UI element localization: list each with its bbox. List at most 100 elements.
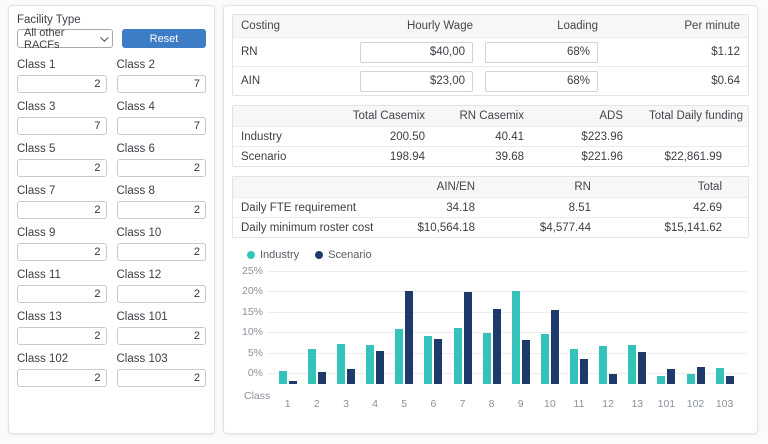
class-field: Class 1 xyxy=(17,59,107,93)
y-axis-tick: 5% xyxy=(247,346,263,359)
class-field-input[interactable] xyxy=(116,201,206,219)
class-field: Class 102 xyxy=(17,353,107,387)
ain-loading-input[interactable] xyxy=(485,70,598,92)
x-axis-tick: 11 xyxy=(573,398,585,410)
fte-ain-en: 34.18 xyxy=(446,201,475,214)
row-label: Daily FTE requirement xyxy=(241,201,357,214)
ain-hourly-wage-input[interactable] xyxy=(360,70,473,92)
class-field-label: Class 4 xyxy=(116,101,155,113)
bar-scenario-class-1 xyxy=(288,381,297,384)
class-field: Class 3 xyxy=(17,101,107,135)
bar-scenario-class-5 xyxy=(405,290,414,384)
rn-hourly-wage-input[interactable] xyxy=(360,41,473,63)
x-axis-tick: 103 xyxy=(715,398,734,410)
class-field-input[interactable] xyxy=(17,369,107,387)
results-panel: Costing Hourly Wage Loading Per minute R… xyxy=(223,5,758,434)
gridline xyxy=(267,332,747,334)
class-field: Class 101 xyxy=(116,311,206,345)
per-minute-header: Per minute xyxy=(684,20,740,32)
loading-header: Loading xyxy=(557,20,598,32)
fte-table: AIN/EN RN Total Daily FTE requirement 34… xyxy=(232,176,749,238)
x-axis-tick: 2 xyxy=(313,398,320,410)
costing-header-row: Costing Hourly Wage Loading Per minute xyxy=(233,15,748,37)
row-label: Scenario xyxy=(241,150,287,163)
bar-scenario-class-2 xyxy=(317,371,326,384)
bar-scenario-class-7 xyxy=(463,292,472,384)
x-axis-tick: 10 xyxy=(544,398,556,410)
industry-rn-casemix: 40.41 xyxy=(495,130,524,143)
class-field-label: Class 6 xyxy=(116,143,155,155)
fte-row-roster-cost: Daily minimum roster cost $10,564.18 $4,… xyxy=(233,217,748,237)
bar-industry-class-103 xyxy=(715,368,724,384)
class-field: Class 12 xyxy=(116,269,206,303)
rn-per-minute: $1.12 xyxy=(711,46,740,58)
class-field-label: Class 102 xyxy=(17,353,69,365)
legend-item-scenario[interactable]: Scenario xyxy=(315,249,372,261)
legend-dot-icon xyxy=(247,251,255,259)
bar-industry-class-13 xyxy=(628,345,637,384)
rn-loading-input[interactable] xyxy=(485,41,598,63)
total-header: Total xyxy=(697,181,722,193)
class-field-input[interactable] xyxy=(17,159,107,177)
y-axis-tick: 20% xyxy=(241,285,263,298)
y-axis-tick: 15% xyxy=(241,305,263,318)
industry-ads: $223.96 xyxy=(581,130,623,143)
class-field-label: Class 10 xyxy=(116,227,162,239)
gridline xyxy=(267,291,747,293)
class-field: Class 4 xyxy=(116,101,206,135)
cost-total: $15,141.62 xyxy=(664,221,722,234)
scenario-total-daily-funding: $22,861.99 xyxy=(664,150,722,163)
row-label: AIN xyxy=(241,75,261,87)
class-field-input[interactable] xyxy=(17,75,107,93)
class-field: Class 11 xyxy=(17,269,107,303)
class-field-label: Class 12 xyxy=(116,269,162,281)
facility-type-value: All other RACFs xyxy=(24,26,65,51)
class-field-input[interactable] xyxy=(17,285,107,303)
row-label: Daily minimum roster cost xyxy=(241,221,374,234)
facility-panel: Facility Type All other RACFs Reset Clas… xyxy=(8,5,215,434)
x-axis-tick: 9 xyxy=(517,398,524,410)
bar-industry-class-101 xyxy=(657,375,666,384)
bar-scenario-class-101 xyxy=(667,368,676,384)
x-axis-tick: 5 xyxy=(401,398,408,410)
class-field-input[interactable] xyxy=(116,75,206,93)
total-casemix-header: Total Casemix xyxy=(352,110,425,122)
class-field-input[interactable] xyxy=(17,201,107,219)
class-field-label: Class 1 xyxy=(17,59,56,71)
class-field-input[interactable] xyxy=(17,327,107,345)
legend-item-industry[interactable]: Industry xyxy=(247,249,299,261)
class-field-input[interactable] xyxy=(116,159,206,177)
casemix-bar-chart: Industry Scenario Class 25% 20% 15% 10% 5% 0% 1… xyxy=(232,247,749,427)
class-field-input[interactable] xyxy=(116,285,206,303)
legend-dot-icon xyxy=(315,251,324,259)
casemix-table: Total Casemix RN Casemix ADS Total Daily… xyxy=(232,105,749,167)
bar-industry-class-10 xyxy=(540,334,549,384)
class-field: Class 13 xyxy=(17,311,107,345)
x-axis-tick: 6 xyxy=(430,398,437,410)
bar-scenario-class-11 xyxy=(580,359,588,384)
class-input-grid: Class 1 Class 2 Class 3 Class 4 Class 5 Class… xyxy=(17,59,206,395)
class-field-label: Class 3 xyxy=(17,101,56,113)
gridline xyxy=(267,311,747,313)
x-axis-tick: 13 xyxy=(631,398,644,410)
class-field-input[interactable] xyxy=(116,327,206,345)
class-field-label: Class 9 xyxy=(17,227,56,239)
bar-industry-class-5 xyxy=(395,328,404,384)
class-field-input[interactable] xyxy=(116,117,206,135)
bar-industry-class-4 xyxy=(366,345,375,384)
facility-row: All other RACFs Reset xyxy=(17,26,206,51)
class-field-input[interactable] xyxy=(17,243,107,261)
bar-scenario-class-13 xyxy=(638,352,647,384)
class-field: Class 8 xyxy=(116,185,206,219)
costing-row-ain: AIN $0.64 xyxy=(233,66,748,95)
ain-en-header: AIN/EN xyxy=(436,181,475,193)
bar-scenario-class-3 xyxy=(347,368,355,384)
class-field: Class 6 xyxy=(116,143,206,177)
class-field-input[interactable] xyxy=(116,243,206,261)
class-field-input[interactable] xyxy=(17,117,107,135)
bar-scenario-class-103 xyxy=(725,375,734,384)
scenario-rn-casemix: 39.68 xyxy=(495,150,524,163)
reset-button[interactable]: Reset xyxy=(122,29,206,48)
facility-type-select[interactable]: All other RACFs xyxy=(17,26,113,51)
class-field-input[interactable] xyxy=(116,369,206,387)
